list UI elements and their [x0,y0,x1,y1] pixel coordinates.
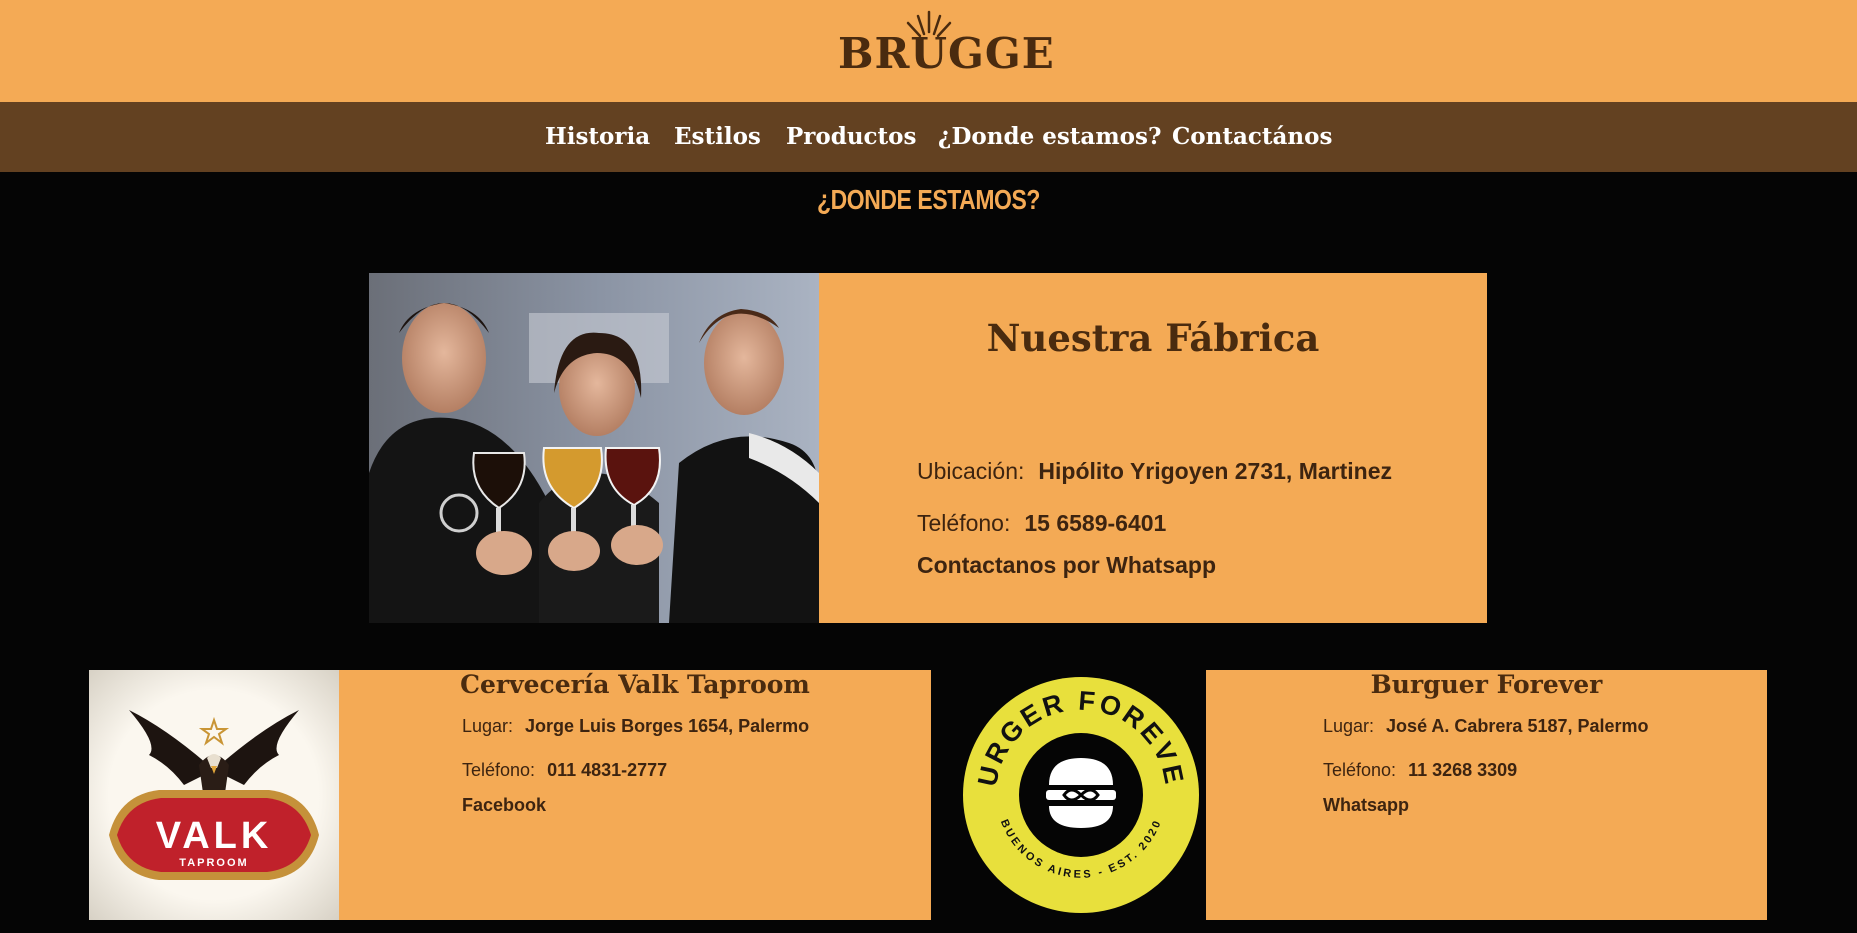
factory-title: Nuestra Fábrica [986,316,1320,360]
phone-value: 15 6589-6401 [1024,510,1167,536]
factory-location: Ubicación: Hipólito Yrigoyen 2731, Martin… [917,458,1392,485]
place-location: Lugar: Jorge Luis Borges 1654, Palermo [462,716,809,737]
facebook-link[interactable]: Facebook [462,795,546,816]
place-phone: Teléfono: 011 4831-2777 [462,760,667,781]
brand-name: BRUGGE [838,29,1055,78]
factory-photo [369,273,819,623]
place-label: Lugar: [1323,716,1375,736]
whatsapp-contact-link[interactable]: Contactanos por Whatsapp [917,552,1216,579]
place-location: Lugar: José A. Cabrera 5187, Palermo [1323,716,1649,737]
whatsapp-link[interactable]: Whatsapp [1323,795,1409,816]
place-phone: Teléfono: 11 3268 3309 [1323,760,1517,781]
valk-logo: VALK TAPROOM [89,670,339,920]
phone-value: 011 4831-2777 [547,760,668,780]
phone-label: Teléfono: [462,760,536,780]
valk-logo-subtext: TAPROOM [179,857,248,869]
nav-item-productos[interactable]: Productos [786,102,916,172]
place-card-burger-forever: BURGER FOREVER BUENOS AIRES - EST. 2020 … [956,670,1767,920]
burger-forever-logo: BURGER FOREVER BUENOS AIRES - EST. 2020 [956,670,1206,920]
place-label: Lugar: [462,716,514,736]
factory-phone: Teléfono: 15 6589-6401 [917,510,1166,537]
phone-value: 11 3268 3309 [1408,760,1518,780]
place-value: José A. Cabrera 5187, Palermo [1386,716,1649,736]
factory-card: Nuestra Fábrica Ubicación: Hipólito Yrigo… [369,273,1487,623]
place-value: Jorge Luis Borges 1654, Palermo [525,716,810,736]
phone-label: Teléfono: [917,510,1011,536]
phone-label: Teléfono: [1323,760,1397,780]
place-title: Burguer Forever [1370,670,1603,699]
nav-item-estilos[interactable]: Estilos [674,102,761,172]
location-label: Ubicación: [917,458,1025,484]
nav-item-historia[interactable]: Historia [545,102,650,172]
page-title: ¿DONDE ESTAMOS? [816,184,1041,215]
valk-logo-text: VALK [156,815,273,857]
main-nav: Historia Estilos Productos ¿Donde estamo… [0,102,1857,172]
brand-logo[interactable]: BRUGGE [838,10,1054,76]
header-bar: BRUGGE [0,0,1857,102]
nav-item-contactanos[interactable]: Contactános [1172,102,1332,172]
place-card-valk: VALK TAPROOM Cervecería Valk Taproom Lug… [89,670,931,920]
nav-item-donde-estamos[interactable]: ¿Donde estamos? [938,102,1161,172]
location-value: Hipólito Yrigoyen 2731, Martinez [1038,458,1392,484]
place-title: Cervecería Valk Taproom [460,670,810,699]
